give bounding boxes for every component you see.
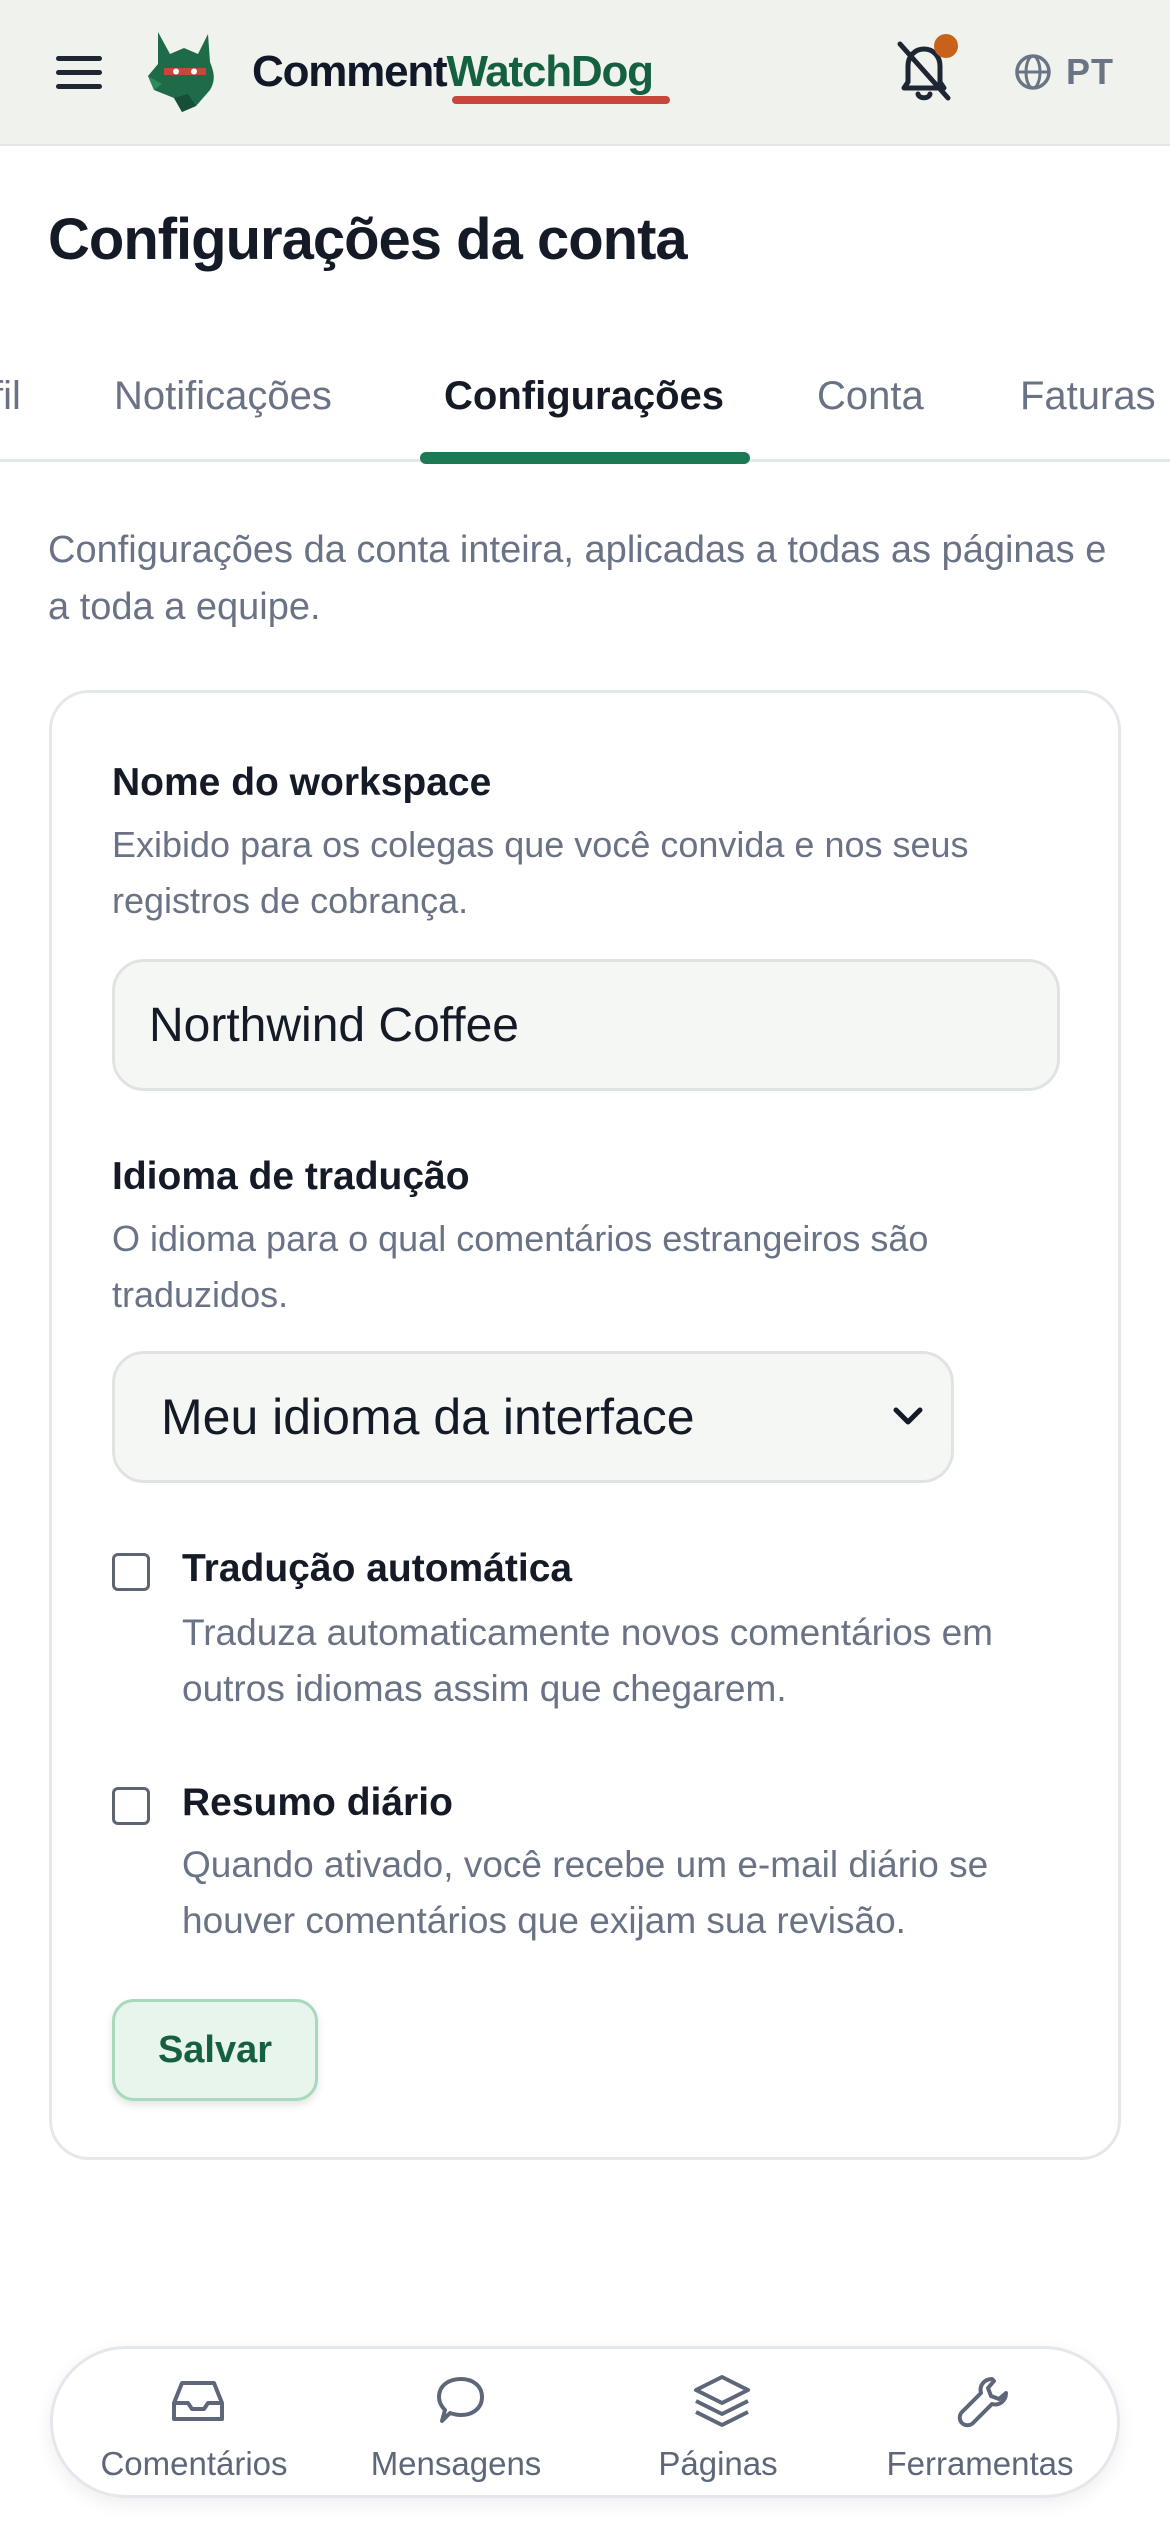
page-title: Configurações da conta bbox=[48, 207, 688, 272]
translation-language-help: O idioma para o qual comentários estrang… bbox=[112, 1218, 929, 1315]
workspace-name-value: Northwind Coffee bbox=[149, 998, 519, 1052]
brand-underline bbox=[452, 96, 670, 104]
tab-faturas[interactable]: Faturas bbox=[1020, 374, 1156, 419]
nav-label-mensagens: Mensagens bbox=[370, 2445, 542, 2482]
language-switcher[interactable]: PT bbox=[1014, 46, 1114, 98]
chat-bubble-icon bbox=[437, 2377, 484, 2423]
active-tab-indicator bbox=[420, 452, 750, 464]
daily-digest-help: Quando ativado, você recebe um e-mail di… bbox=[182, 1844, 989, 1941]
brand-name-watchdog: WatchDog bbox=[446, 47, 654, 96]
translation-language-value: Meu idioma da interface bbox=[161, 1389, 695, 1445]
language-label: PT bbox=[1066, 51, 1115, 92]
notification-dot bbox=[934, 34, 958, 58]
translation-language-label: Idioma de tradução bbox=[112, 1155, 470, 1198]
nav-item-paginas[interactable]: Páginas bbox=[587, 2349, 849, 2501]
nav-item-ferramentas[interactable]: Ferramentas bbox=[849, 2349, 1111, 2501]
bottom-navigation: Comentários Mensagens Páginas Ferramenta… bbox=[50, 2346, 1120, 2498]
tab-conta[interactable]: Conta bbox=[817, 374, 924, 419]
layers-icon bbox=[694, 2375, 750, 2427]
translation-language-select[interactable]: Meu idioma da interface bbox=[112, 1351, 954, 1483]
wrench-icon bbox=[957, 2377, 1008, 2428]
auto-translate-help: Traduza automaticamente novos comentário… bbox=[182, 1612, 993, 1709]
watchdog-logo-icon bbox=[148, 32, 214, 112]
settings-tabs: fil Notificações Configurações Conta Fat… bbox=[0, 364, 1170, 464]
chevron-down-icon bbox=[893, 1407, 923, 1425]
brand-name-comment: Comment bbox=[252, 47, 448, 96]
nav-label-ferramentas: Ferramentas bbox=[886, 2445, 1074, 2482]
settings-intro: Configurações da conta inteira, aplicada… bbox=[48, 529, 1107, 628]
tab-configuracoes[interactable]: Configurações bbox=[444, 374, 724, 419]
workspace-name-label: Nome do workspace bbox=[112, 761, 492, 804]
auto-translate-checkbox[interactable] bbox=[112, 1553, 150, 1591]
inbox-icon bbox=[172, 2381, 224, 2421]
daily-digest-checkbox[interactable] bbox=[112, 1787, 150, 1825]
workspace-name-input[interactable]: Northwind Coffee bbox=[112, 959, 1060, 1091]
save-button[interactable]: Salvar bbox=[112, 1999, 318, 2101]
globe-icon bbox=[1015, 54, 1051, 90]
settings-card: Nome do workspace Exibido para os colega… bbox=[49, 690, 1121, 2160]
nav-item-comentarios[interactable]: Comentários bbox=[63, 2349, 325, 2501]
nav-label-comentarios: Comentários bbox=[100, 2445, 288, 2482]
brand-name: CommentWatchDog bbox=[252, 42, 654, 102]
daily-digest-label: Resumo diário bbox=[182, 1781, 453, 1824]
tab-perfil[interactable]: fil bbox=[0, 374, 21, 419]
nav-label-paginas: Páginas bbox=[658, 2445, 778, 2482]
auto-translate-label: Tradução automática bbox=[182, 1547, 573, 1590]
nav-item-mensagens[interactable]: Mensagens bbox=[325, 2349, 587, 2501]
app-header: CommentWatchDog PT bbox=[0, 0, 1170, 146]
tab-notificacoes[interactable]: Notificações bbox=[114, 374, 332, 419]
workspace-name-help: Exibido para os colegas que você convida… bbox=[112, 824, 969, 921]
hamburger-menu-icon[interactable] bbox=[56, 56, 102, 90]
